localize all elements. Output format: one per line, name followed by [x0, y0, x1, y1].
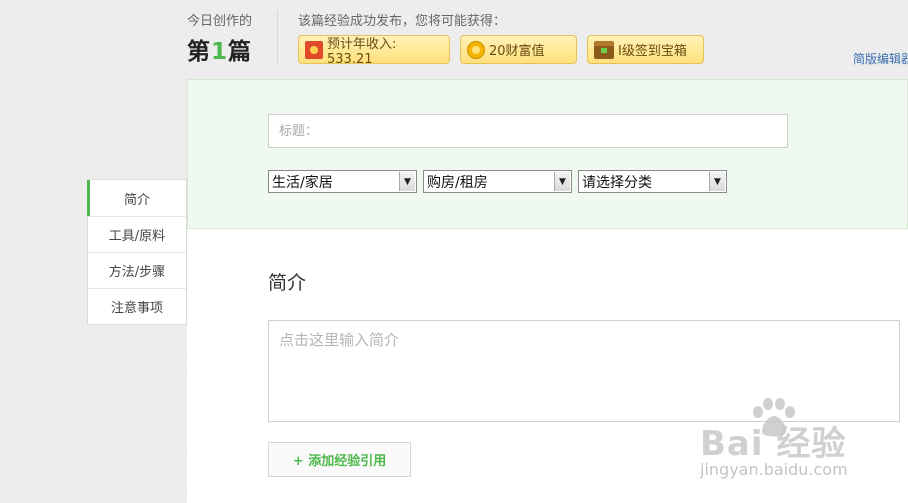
dropdown-arrow-icon: ▼: [709, 172, 725, 191]
category-select-level2-value: 购房/租房: [427, 174, 488, 191]
reward-intro-text: 该篇经验成功发布，您将可能获得：: [298, 14, 507, 29]
category-select-level2[interactable]: 购房/租房 ▼: [423, 170, 572, 193]
section-side-nav: 简介 工具/原料 方法/步骤 注意事项: [87, 179, 187, 325]
side-nav-item-summary[interactable]: 简介: [87, 180, 186, 216]
category-select-level3[interactable]: 请选择分类 ▼: [578, 170, 727, 193]
reward-income-label: 预计年收入: 533.21: [327, 36, 397, 67]
header-divider: [277, 10, 278, 66]
gold-coin-icon: [467, 40, 485, 59]
reward-chest-badge[interactable]: I级签到宝箱: [587, 35, 704, 64]
reward-income-badge[interactable]: 预计年收入: 533.21: [298, 35, 450, 67]
side-nav-item-steps[interactable]: 方法/步骤: [88, 252, 186, 288]
watermark-brand-text: Bai 经验: [700, 424, 847, 464]
title-category-panel: [187, 79, 908, 229]
summary-section-title: 简介: [268, 272, 307, 294]
count-number: 1: [211, 39, 229, 65]
dropdown-arrow-icon: ▼: [554, 172, 570, 191]
baidu-jingyan-watermark: Bai 经验 jingyan.baidu.com: [700, 398, 900, 488]
count-suffix: 篇: [228, 39, 253, 65]
reward-wealth-badge[interactable]: 20财富值: [460, 35, 577, 64]
simple-editor-link[interactable]: 简版编辑器: [853, 50, 908, 67]
watermark-url-text: jingyan.baidu.com: [700, 460, 848, 479]
today-count-title: 第1篇: [187, 32, 252, 66]
count-prefix: 第: [187, 39, 211, 65]
red-envelope-icon: [305, 40, 323, 59]
reward-wealth-label: 20财富值: [489, 44, 545, 59]
side-nav-item-notes[interactable]: 注意事项: [88, 288, 186, 324]
side-nav-item-tools[interactable]: 工具/原料: [88, 216, 186, 252]
title-input[interactable]: [268, 114, 788, 148]
category-select-level3-value: 请选择分类: [582, 174, 652, 191]
add-reference-button[interactable]: + 添加经验引用: [268, 442, 411, 477]
dropdown-arrow-icon: ▼: [399, 172, 415, 191]
category-select-level1[interactable]: 生活/家居 ▼: [268, 170, 417, 193]
today-created-label: 今日创作的: [187, 14, 253, 29]
category-select-level1-value: 生活/家居: [272, 174, 333, 191]
reward-chest-label: I级签到宝箱: [618, 44, 687, 59]
treasure-chest-icon: [594, 40, 614, 59]
